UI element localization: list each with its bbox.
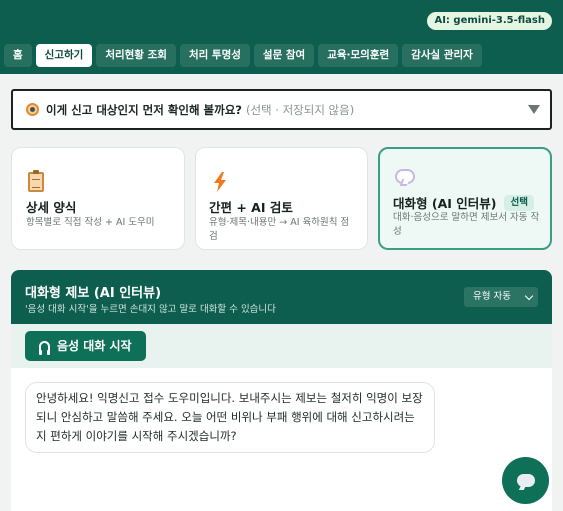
target-check-note: (선택 · 저장되지 않음) bbox=[245, 102, 355, 117]
speech-bubble-icon bbox=[516, 474, 535, 487]
chat-panel-header: 대화형 제보 (AI 인터뷰) '음성 대화 시작'을 누르면 손대지 않고 말… bbox=[11, 270, 552, 324]
nav-tab-survey[interactable]: 설문 참여 bbox=[253, 44, 315, 67]
triangle-down-icon bbox=[528, 105, 540, 114]
assistant-message: 안녕하세요! 익명신고 접수 도우미입니다. 보내주시는 제보는 철저히 익명이… bbox=[25, 382, 435, 453]
mode-card-detailed[interactable]: 상세 양식 항목별로 직접 작성 + AI 도우미 bbox=[11, 147, 185, 250]
model-badge: AI: gemini-3.5-flash bbox=[427, 12, 552, 30]
target-check-question: 이게 신고 대상인지 먼저 확인해 볼까요? bbox=[46, 102, 242, 117]
main-nav: 홈 신고하기 처리현황 조회 처리 투명성 설문 참여 교육·모의훈련 감사실 … bbox=[4, 44, 482, 67]
card-desc: 유형·제목·내용만 → AI 육하원칙 점검 bbox=[209, 217, 350, 242]
card-title: 간편 + AI 검토 bbox=[209, 200, 293, 215]
mode-card-quick[interactable]: 간편 + AI 검토 유형·제목·내용만 → AI 육하원칙 점검 bbox=[195, 147, 368, 250]
card-desc: 대화·음성으로 말하면 제보서 자동 작성 bbox=[393, 212, 540, 237]
nav-tab-home[interactable]: 홈 bbox=[4, 44, 32, 67]
clipboard-icon bbox=[28, 170, 44, 192]
card-title: 대화형 (AI 인터뷰) bbox=[393, 196, 497, 211]
nav-tab-report[interactable]: 신고하기 bbox=[35, 44, 93, 67]
lightning-icon bbox=[212, 172, 228, 196]
target-check-dropdown[interactable]: 이게 신고 대상인지 먼저 확인해 볼까요? (선택 · 저장되지 않음) bbox=[11, 89, 552, 130]
headphones-icon bbox=[39, 340, 50, 355]
card-desc: 항목별로 직접 작성 + AI 도우미 bbox=[26, 217, 155, 228]
chat-panel: 대화형 제보 (AI 인터뷰) '음성 대화 시작'을 누르면 손대지 않고 말… bbox=[11, 270, 552, 511]
compass-icon bbox=[26, 103, 39, 116]
nav-tab-transparency[interactable]: 처리 투명성 bbox=[179, 44, 250, 67]
mode-card-interview[interactable]: 대화형 (AI 인터뷰) 선택 대화·음성으로 말하면 제보서 자동 작성 bbox=[378, 147, 552, 250]
chat-toolbar: 음성 대화 시작 bbox=[11, 324, 552, 368]
selected-badge: 선택 bbox=[504, 194, 534, 211]
chat-panel-title: 대화형 제보 (AI 인터뷰) bbox=[25, 286, 162, 301]
speech-bubble-icon bbox=[395, 169, 415, 184]
nav-tab-training[interactable]: 교육·모의훈련 bbox=[318, 44, 399, 67]
card-title: 상세 양식 bbox=[26, 200, 77, 215]
report-type-select[interactable]: 유형 자동 bbox=[464, 287, 538, 307]
chat-panel-subtitle: '음성 대화 시작'을 누르면 손대지 않고 말로 대화할 수 있습니다 bbox=[25, 304, 276, 315]
chat-fab-button[interactable] bbox=[502, 457, 549, 504]
voice-chat-label: 음성 대화 시작 bbox=[57, 339, 132, 353]
nav-tab-admin[interactable]: 감사실 관리자 bbox=[402, 44, 482, 67]
app-header: AI: gemini-3.5-flash 홈 신고하기 처리현황 조회 처리 투… bbox=[0, 0, 563, 74]
nav-tab-status[interactable]: 처리현황 조회 bbox=[96, 44, 176, 67]
voice-chat-button[interactable]: 음성 대화 시작 bbox=[25, 331, 146, 361]
